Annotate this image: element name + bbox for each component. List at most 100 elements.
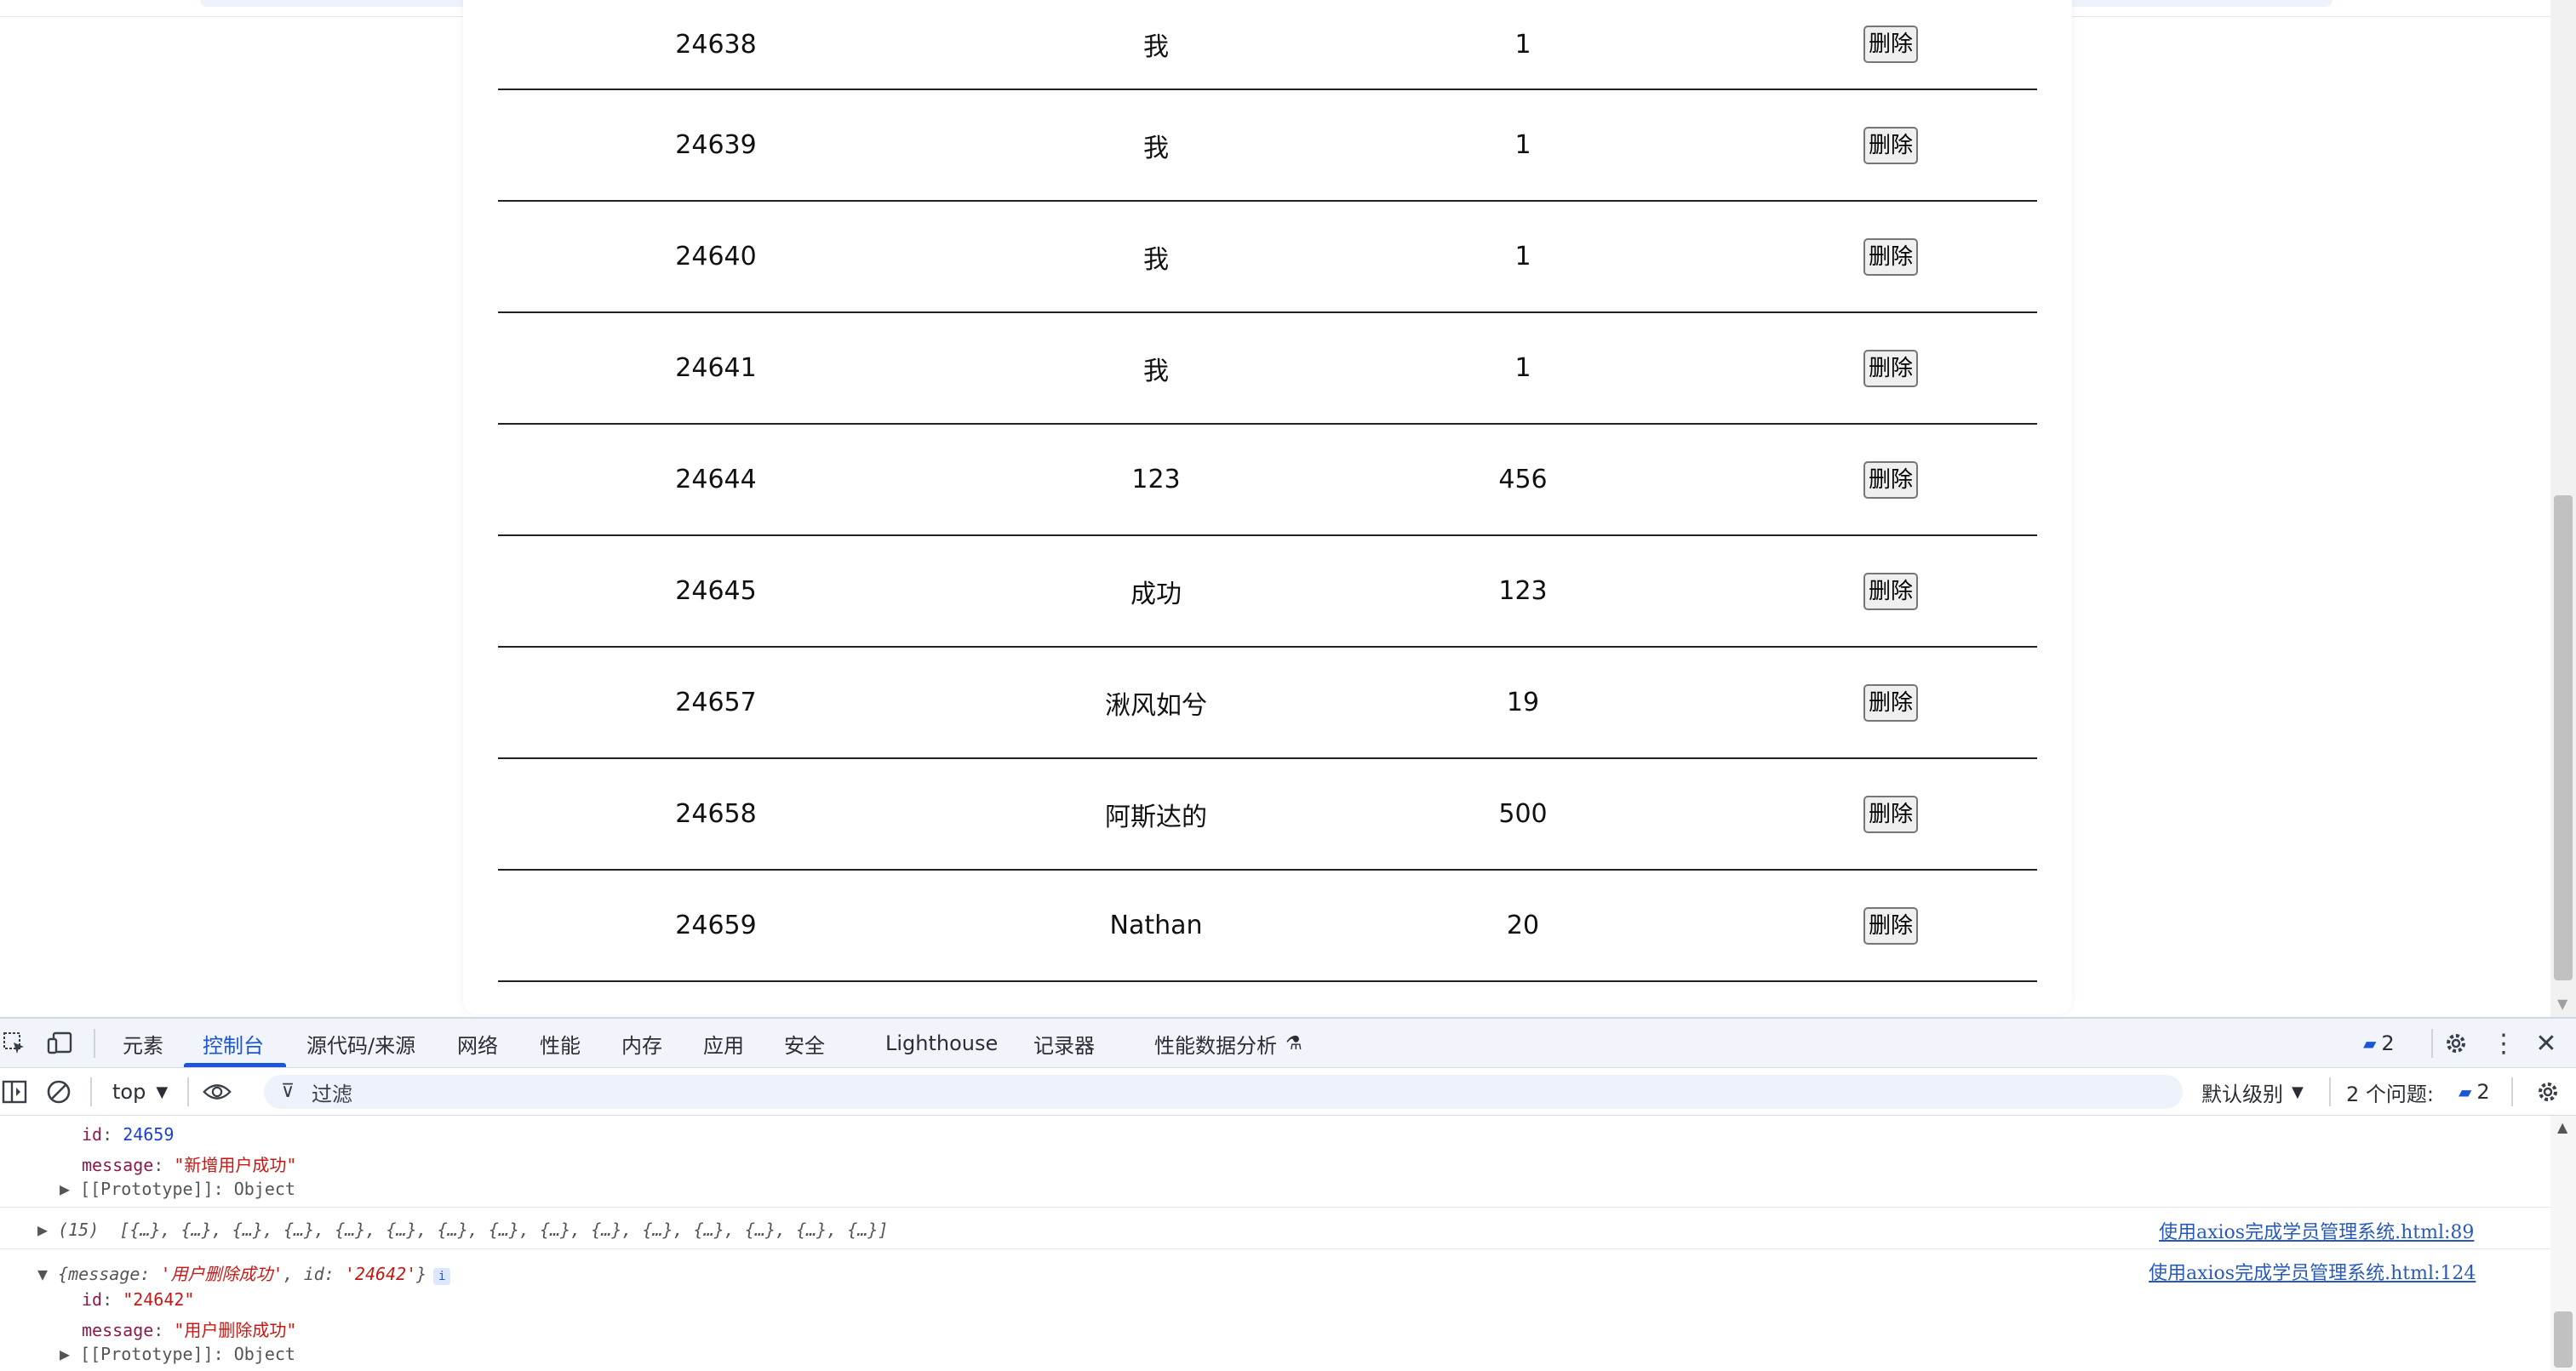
toolbar-separator	[2329, 1077, 2331, 1106]
tab-elements[interactable]: 元素	[123, 1019, 163, 1068]
console-line[interactable]: ▶ [[Prototype]]: Object	[60, 1344, 295, 1364]
tab-application[interactable]: 应用	[703, 1019, 744, 1068]
table-row: 24657 湫风如兮 19 删除	[498, 648, 2037, 759]
close-icon[interactable]: ✕	[2532, 1029, 2561, 1059]
console-settings-icon[interactable]	[2533, 1077, 2562, 1106]
cell-value: 456	[1498, 465, 1548, 494]
sidebar-toggle-icon[interactable]	[0, 1077, 29, 1106]
settings-gear-icon[interactable]	[2441, 1029, 2470, 1058]
info-icon[interactable]: i	[433, 1268, 451, 1285]
table-row: 24659 Nathan 20 删除	[498, 871, 2037, 982]
issues-link-count: 2	[2476, 1080, 2490, 1104]
console-divider	[0, 1207, 2550, 1208]
inspect-element-icon[interactable]	[0, 1029, 29, 1058]
cell-action: 删除	[1656, 90, 2126, 200]
console-line: message: "新增用户成功"	[82, 1155, 297, 1175]
context-selector[interactable]: top ▼	[112, 1068, 168, 1116]
tab-performance-insights[interactable]: 性能数据分析 ⚗	[1154, 1019, 1302, 1068]
tab-console[interactable]: 控制台	[203, 1019, 264, 1068]
prop-key: id	[82, 1124, 103, 1145]
obj-preview-suffix: }	[416, 1264, 427, 1284]
chevron-down-icon: ▼	[2292, 1083, 2304, 1101]
device-toolbar-icon[interactable]	[46, 1029, 75, 1058]
table-row: 24639 我 1 删除	[498, 90, 2037, 202]
tab-recorder[interactable]: 记录器	[1033, 1019, 1095, 1068]
console-line: id: "24642"	[82, 1289, 195, 1310]
tab-memory[interactable]: 内存	[621, 1019, 662, 1068]
tab-lighthouse[interactable]: Lighthouse	[885, 1019, 998, 1068]
cell-name: 成功	[1131, 579, 1182, 609]
cell-name: Nathan	[1109, 911, 1203, 940]
console-array-entry[interactable]: ▶ (15) [{…}, {…}, {…}, {…}, {…}, {…}, {……	[37, 1220, 888, 1240]
prop-value: 24659	[123, 1124, 175, 1145]
console-scroll-thumb[interactable]	[2554, 1311, 2573, 1368]
cell-value: 1	[1514, 353, 1531, 383]
expand-triangle-icon[interactable]: ▶	[37, 1220, 58, 1240]
delete-button[interactable]: 删除	[1863, 572, 1918, 610]
obj-preview-prefix: {message:	[58, 1264, 161, 1284]
prop-value: "24642"	[123, 1289, 195, 1310]
collapse-triangle-icon[interactable]: ▼	[37, 1264, 58, 1284]
delete-button[interactable]: 删除	[1863, 460, 1918, 499]
issues-link[interactable]: ▰ 2	[2459, 1068, 2490, 1116]
array-count: (15)	[58, 1220, 100, 1240]
console-scrollbar[interactable]: ▲	[2550, 1116, 2576, 1371]
cell-action: 删除	[1656, 536, 2126, 646]
cell-name: 我	[1143, 356, 1169, 386]
issues-badge-count: 2	[2381, 1031, 2395, 1055]
toolbar-separator	[187, 1077, 189, 1106]
delete-button[interactable]: 删除	[1863, 683, 1918, 722]
tab-sources[interactable]: 源代码/来源	[306, 1019, 415, 1068]
cell-value: 123	[1498, 576, 1548, 606]
array-preview: [{…}, {…}, {…}, {…}, {…}, {…}, {…}, {…},…	[119, 1220, 889, 1240]
tab-security[interactable]: 安全	[784, 1019, 825, 1068]
source-link[interactable]: 使用axios完成学员管理系统.html:124	[2149, 1258, 2476, 1285]
delete-button[interactable]: 删除	[1863, 795, 1918, 833]
console-object-entry[interactable]: ▼ {message: '用户删除成功', id: '24642'} i	[37, 1260, 451, 1285]
tab-network[interactable]: 网络	[457, 1019, 498, 1068]
clear-console-icon[interactable]	[44, 1077, 73, 1106]
filter-input[interactable]: ⊽ 过滤	[264, 1075, 2183, 1109]
table-row: 24658 阿斯达的 500 删除	[498, 759, 2037, 871]
filter-funnel-icon: ⊽	[281, 1081, 295, 1102]
console-output: id: 24659 message: "新增用户成功" ▶ [[Prototyp…	[0, 1116, 2550, 1371]
active-tab-indicator	[184, 1063, 286, 1067]
cell-name: 湫风如兮	[1105, 690, 1207, 721]
delete-button[interactable]: 删除	[1863, 906, 1918, 945]
log-level-dropdown[interactable]: 默认级别 ▼	[2201, 1068, 2304, 1116]
prop-key: message	[82, 1320, 154, 1340]
cell-action: 删除	[1656, 759, 2126, 869]
cell-action: 删除	[1656, 871, 2126, 980]
page-scrollbar[interactable]: ▼	[2550, 0, 2576, 1017]
cell-value: 1	[1514, 130, 1531, 160]
delete-button[interactable]: 删除	[1863, 126, 1918, 164]
prop-key: id	[82, 1289, 103, 1310]
scroll-up-arrow-icon[interactable]: ▲	[2557, 1119, 2567, 1135]
context-selector-value: top	[112, 1080, 146, 1104]
source-link[interactable]: 使用axios完成学员管理系统.html:89	[2159, 1217, 2474, 1244]
flask-icon: ⚗	[1285, 1032, 1302, 1054]
delete-button[interactable]: 删除	[1863, 26, 1918, 63]
message-icon: ▰	[2459, 1082, 2472, 1102]
issues-badge[interactable]: ▰ 2	[2363, 1019, 2395, 1068]
cell-name: 我	[1143, 244, 1169, 275]
cell-value: 20	[1506, 911, 1540, 940]
prop-key: message	[82, 1155, 154, 1175]
log-level-value: 默认级别	[2201, 1082, 2283, 1106]
live-expression-eye-icon[interactable]	[203, 1077, 232, 1106]
scroll-down-arrow-icon[interactable]: ▼	[2557, 996, 2567, 1012]
expand-triangle-icon[interactable]: ▶	[60, 1344, 80, 1364]
console-divider	[0, 1248, 2550, 1249]
expand-triangle-icon[interactable]: ▶	[60, 1179, 80, 1199]
cell-action: 删除	[1656, 313, 2126, 423]
console-line[interactable]: ▶ [[Prototype]]: Object	[60, 1179, 295, 1199]
tab-performance[interactable]: 性能	[540, 1019, 581, 1068]
obj-preview-mid: , id:	[283, 1264, 345, 1284]
delete-button[interactable]: 删除	[1863, 237, 1918, 276]
cell-name: 我	[1143, 32, 1169, 62]
page-scroll-thumb[interactable]	[2554, 495, 2573, 980]
page-viewport: 24638 我 1 删除 24639 我 1 删除 24640 我 1 删除 2…	[0, 0, 2576, 1017]
cell-action: 删除	[1656, 0, 2126, 89]
more-options-icon[interactable]: ⋮	[2489, 1029, 2518, 1059]
delete-button[interactable]: 删除	[1863, 349, 1918, 387]
